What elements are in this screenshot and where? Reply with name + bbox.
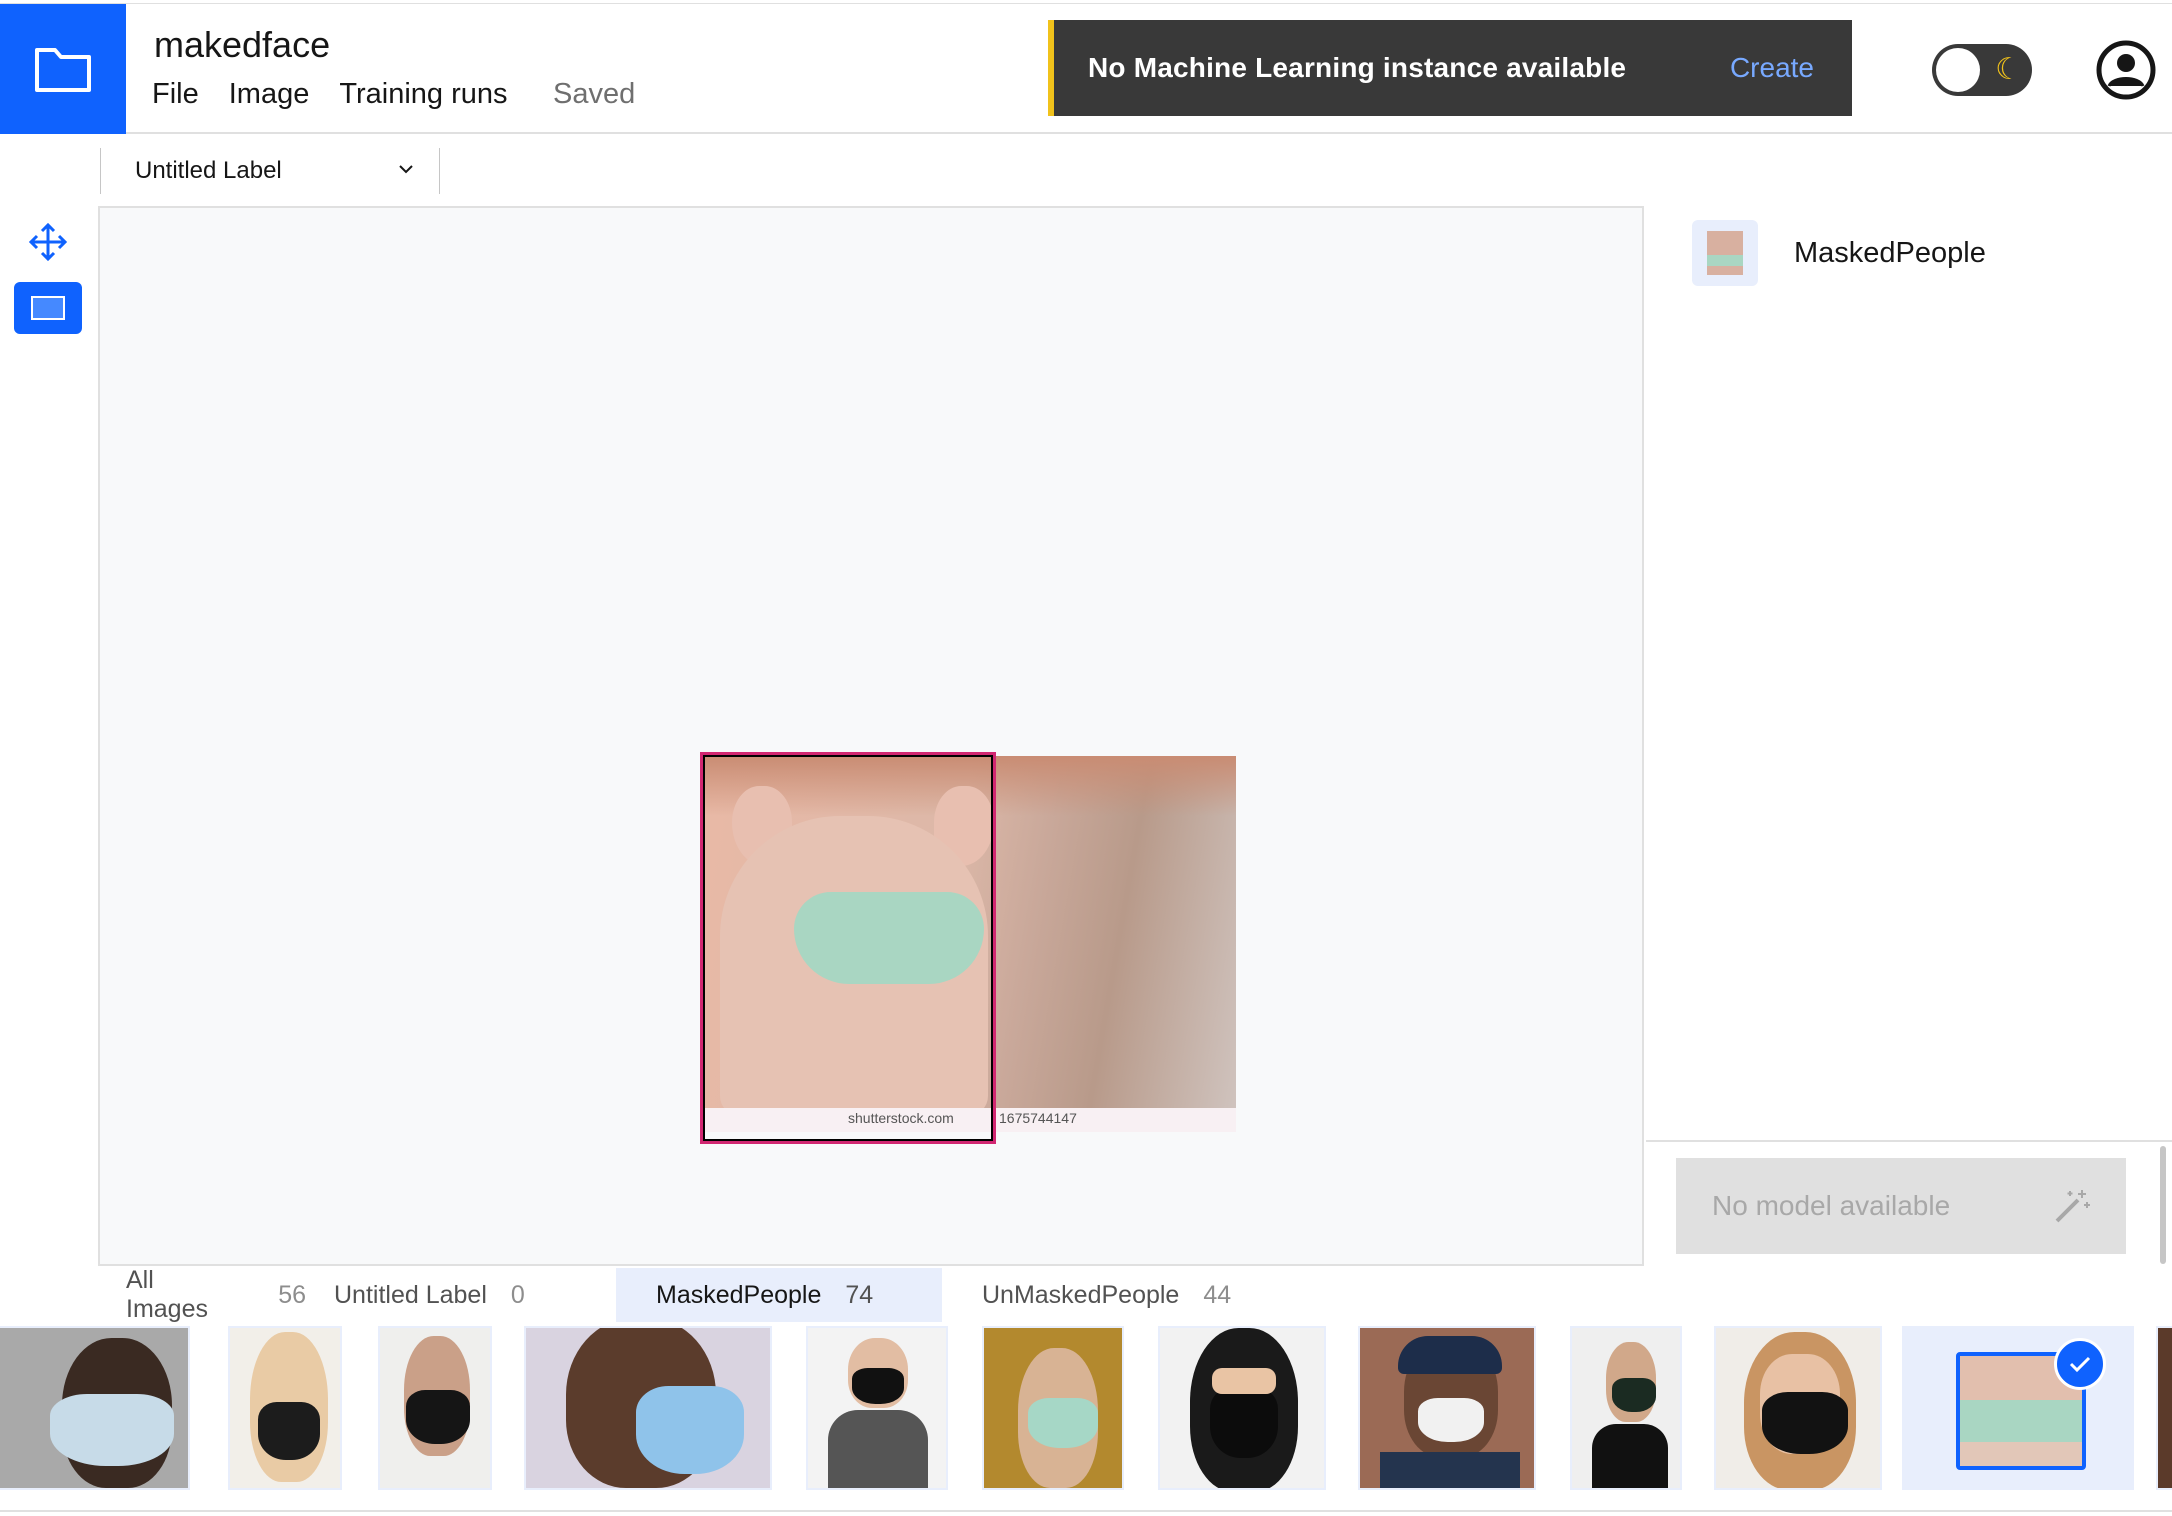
tab-unmaskedpeople[interactable]: UnMaskedPeople 44 — [942, 1268, 1242, 1322]
image-number: 1675744147 — [999, 1110, 1077, 1126]
menu-image[interactable]: Image — [229, 78, 310, 111]
annotation-canvas[interactable]: shutterstock.com 1675744147 — [98, 206, 1644, 1266]
move-icon[interactable] — [28, 222, 68, 262]
folder-icon — [35, 48, 91, 92]
bounding-box-tool[interactable] — [14, 282, 82, 334]
image-filmstrip — [0, 1324, 2172, 1494]
notification-message: No Machine Learning instance available — [1088, 52, 1627, 83]
tab-untitled-label[interactable]: Untitled Label 0 — [306, 1268, 616, 1322]
tab-count: 74 — [845, 1280, 874, 1309]
tab-label: Untitled Label — [334, 1280, 487, 1309]
label-select-value: Untitled Label — [135, 157, 282, 184]
filmstrip-thumbnail[interactable] — [806, 1326, 948, 1490]
filmstrip-thumbnail[interactable] — [982, 1326, 1124, 1490]
model-status: No model available — [1712, 1190, 1951, 1221]
create-instance-link[interactable]: Create — [1730, 52, 1814, 84]
labels-panel: MaskedPeople — [1646, 206, 2172, 1140]
menu-training-runs[interactable]: Training runs — [339, 78, 507, 111]
tab-count: 44 — [1203, 1280, 1232, 1309]
image-filter-tabs: All Images 56 Untitled Label 0 MaskedPeo… — [98, 1266, 1242, 1323]
filmstrip-thumbnail[interactable] — [1570, 1326, 1682, 1490]
user-avatar-icon[interactable] — [2096, 40, 2156, 100]
tab-count: 56 — [278, 1280, 306, 1309]
save-status: Saved — [553, 78, 636, 110]
menu-file[interactable]: File — [152, 78, 199, 111]
tab-count: 0 — [510, 1280, 525, 1309]
auto-label-button[interactable]: No model available — [1676, 1158, 2126, 1254]
project-title: makedface — [154, 24, 331, 65]
filmstrip-thumbnail[interactable] — [2156, 1326, 2172, 1490]
ml-notification: No Machine Learning instance available C… — [1048, 20, 1852, 116]
folder-button[interactable] — [0, 4, 126, 134]
bottom-border — [0, 1510, 2172, 1512]
filmstrip-thumbnail[interactable] — [1158, 1326, 1326, 1490]
label-thumbnail — [1692, 220, 1758, 286]
label-item-maskedpeople[interactable]: MaskedPeople — [1692, 220, 1986, 286]
label-select[interactable]: Untitled Label — [100, 148, 440, 194]
theme-toggle[interactable]: ☾ — [1932, 44, 2032, 96]
tab-all-images[interactable]: All Images 56 — [98, 1266, 306, 1323]
chevron-down-icon — [399, 165, 413, 174]
checkmark-icon — [2054, 1338, 2106, 1390]
magic-wand-icon — [2055, 1190, 2090, 1223]
filmstrip-thumbnail[interactable] — [524, 1326, 772, 1490]
tab-label: MaskedPeople — [656, 1280, 822, 1309]
toggle-knob — [1936, 48, 1980, 92]
tab-label: All Images — [126, 1266, 208, 1323]
filmstrip-thumbnail[interactable] — [0, 1326, 190, 1490]
filmstrip-thumbnail[interactable] — [228, 1326, 342, 1490]
moon-icon: ☾ — [1995, 53, 2022, 86]
bounding-box[interactable] — [700, 752, 996, 1144]
filmstrip-thumbnail[interactable] — [1358, 1326, 1536, 1490]
tab-label: UnMaskedPeople — [982, 1280, 1180, 1309]
filmstrip-thumbnail[interactable] — [378, 1326, 492, 1490]
main-menu: File Image Training runs — [152, 78, 508, 111]
panel-edge — [2160, 1146, 2166, 1264]
app-header: makedface File Image Training runs Saved… — [0, 4, 2172, 134]
filmstrip-thumbnail[interactable] — [1714, 1326, 1882, 1490]
label-name: MaskedPeople — [1794, 236, 1986, 269]
bounding-box-icon — [31, 296, 65, 320]
panel-divider — [1646, 1140, 2172, 1142]
tab-maskedpeople[interactable]: MaskedPeople 74 — [616, 1268, 942, 1322]
